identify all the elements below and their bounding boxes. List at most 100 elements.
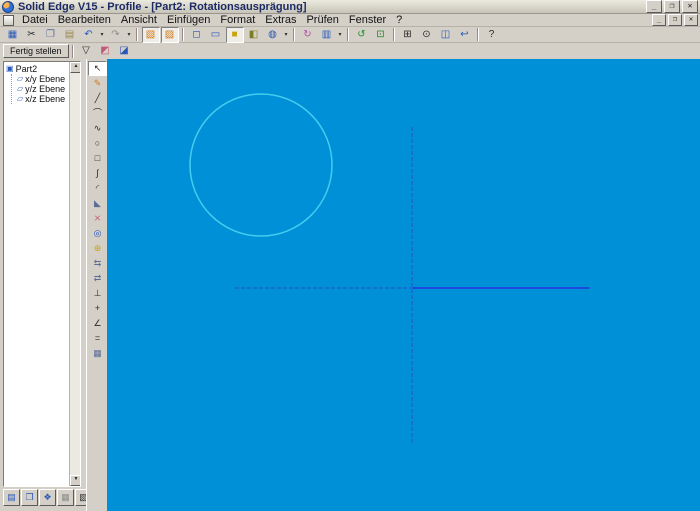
scroll-down-button[interactable]: ▼ [70,475,80,486]
circle-icon: ○ [94,138,101,148]
paste-button[interactable]: ▤ [61,27,79,43]
relationship-display-button[interactable]: ◩ [96,43,114,59]
fillet-tool-button[interactable]: ◜ [88,181,107,196]
mirror-tool-button[interactable]: ⇆ [88,256,107,271]
tab-feature-pathfinder[interactable]: ▤ [3,489,20,506]
select-arrow-icon: ↖ [93,63,102,73]
previous-view-button[interactable]: ↩ [456,27,474,43]
context-help-button[interactable]: ? [483,27,501,43]
offset-tool-button[interactable]: ◎ [88,226,107,241]
tab-library[interactable]: ❐ [21,489,38,506]
sketch-relations-button[interactable]: ✎ [88,76,107,91]
tree-item-label: x/z Ebene [25,94,66,104]
chamfer-tool-button[interactable]: ◣ [88,196,107,211]
menu-item-bearbeiten[interactable]: Bearbeiten [53,14,116,26]
symmetry-tool-button[interactable]: ⇄ [88,271,107,286]
redo-dropdown-arrow[interactable]: ▾ [125,28,133,42]
select-overlapping-icon: ▧ [145,28,156,40]
pattern-icon: ▦ [93,348,102,358]
select-query-button[interactable]: ▨ [160,26,179,43]
redo-button[interactable]: ↷ [107,27,125,43]
menu-item-datei[interactable]: Datei [17,14,53,26]
tangent-constraint-button[interactable]: ∠ [88,316,107,331]
menu-item-extras[interactable]: Extras [260,14,301,26]
zoom-button[interactable]: ⊙ [418,27,436,43]
trim-tool-button[interactable]: ⨯ [88,211,107,226]
minimize-button[interactable]: _ [646,0,662,13]
spline-tool-button[interactable]: ∫ [88,166,107,181]
restore-button[interactable]: ❐ [664,0,680,13]
menu-item-ansicht[interactable]: Ansicht [116,14,162,26]
select-overlapping-button[interactable]: ▧ [141,26,160,43]
perpendicular-icon: ⊥ [93,288,102,298]
menu-item-pruefen[interactable]: Prüfen [301,14,343,26]
tab-sensors[interactable]: ▦ [57,489,74,506]
selection-filter-button[interactable]: ▽ [77,43,95,59]
sketch-circle[interactable] [189,93,333,237]
curve-icon: ∿ [93,123,102,133]
equal-constraint-button[interactable]: = [88,331,107,346]
part-icon: ▣ [6,64,14,73]
refresh-view-icon: ↺ [357,28,366,40]
circle-tool-button[interactable]: ○ [88,136,107,151]
select-tool-button[interactable]: ↖ [88,61,107,76]
library-icon: ❐ [25,492,34,502]
tab-family-of-parts[interactable]: ❖ [39,489,56,506]
undo-dropdown-arrow[interactable]: ▾ [98,28,106,42]
view-perspective-dropdown-arrow[interactable]: ▾ [282,28,290,42]
rectangle-icon: □ [94,153,101,163]
child-minimize-button[interactable]: _ [652,14,666,26]
arc-tool-button[interactable]: ⌒ [88,106,107,121]
common-views-button[interactable]: ▥ [318,27,336,43]
relationship-colors-button[interactable]: ◪ [115,43,133,59]
toolbar-separator [477,28,479,41]
toolbar-separator [71,44,74,58]
perpendicular-constraint-button[interactable]: ⊥ [88,286,107,301]
fit-all-button[interactable]: ⊡ [372,27,390,43]
line-tool-button[interactable]: ╱ [88,91,107,106]
scroll-up-button[interactable]: ▲ [70,62,80,73]
common-views-dropdown-arrow[interactable]: ▾ [336,28,344,42]
offset-icon: ◎ [93,228,102,238]
copy-button[interactable]: ❐ [42,27,60,43]
previous-view-icon: ↩ [460,28,469,40]
save-icon: ▦ [7,28,18,40]
app-icon[interactable] [2,0,14,13]
view-shaded-edges-button[interactable]: ◧ [245,27,263,43]
plane-icon: ▱ [17,94,24,103]
common-views-icon: ▥ [321,28,332,40]
curve-tool-button[interactable]: ∿ [88,121,107,136]
cut-button[interactable]: ✂ [23,27,41,43]
menu-item-format[interactable]: Format [215,14,260,26]
move-tool-button[interactable]: ⊕ [88,241,107,256]
finish-button[interactable]: Fertig stellen [3,44,69,58]
profile-canvas[interactable] [107,59,700,511]
menu-item-fenster[interactable]: Fenster [344,14,391,26]
child-window-icon[interactable] [3,14,14,26]
menu-item-einfuegen[interactable]: Einfügen [162,14,215,26]
edgebar-scrollbar[interactable]: ▲ ▼ [69,62,80,486]
tree-item-label: Part2 [15,64,38,74]
view-perspective-button[interactable]: ◍ [264,27,282,43]
pattern-tool-button[interactable]: ▦ [88,346,107,361]
rotate-view-button[interactable]: ↻ [299,27,317,43]
save-button[interactable]: ▦ [4,27,22,43]
view-hidden-edges-button[interactable]: ▭ [207,27,225,43]
family-of-parts-icon: ❖ [43,492,52,502]
fillet-icon: ◜ [95,183,100,193]
feature-pathfinder-icon: ▤ [7,492,16,502]
selection-filter-icon: ▽ [82,45,90,56]
zoom-area-button[interactable]: ⊞ [399,27,417,43]
view-shaded-button[interactable]: ■ [225,26,244,43]
rectangle-tool-button[interactable]: □ [88,151,107,166]
menu-item-hilfe[interactable]: ? [391,14,407,26]
refresh-view-button[interactable]: ↺ [353,27,371,43]
child-close-button[interactable]: ✕ [684,14,698,26]
close-button[interactable]: ✕ [682,0,698,13]
tree-item-label: y/z Ebene [25,84,66,94]
fit-window-button[interactable]: ◫ [437,27,455,43]
connect-constraint-button[interactable]: + [88,301,107,316]
view-wireframe-button[interactable]: ◻ [188,27,206,43]
child-restore-button[interactable]: ❐ [668,14,682,26]
undo-button[interactable]: ↶ [80,27,98,43]
